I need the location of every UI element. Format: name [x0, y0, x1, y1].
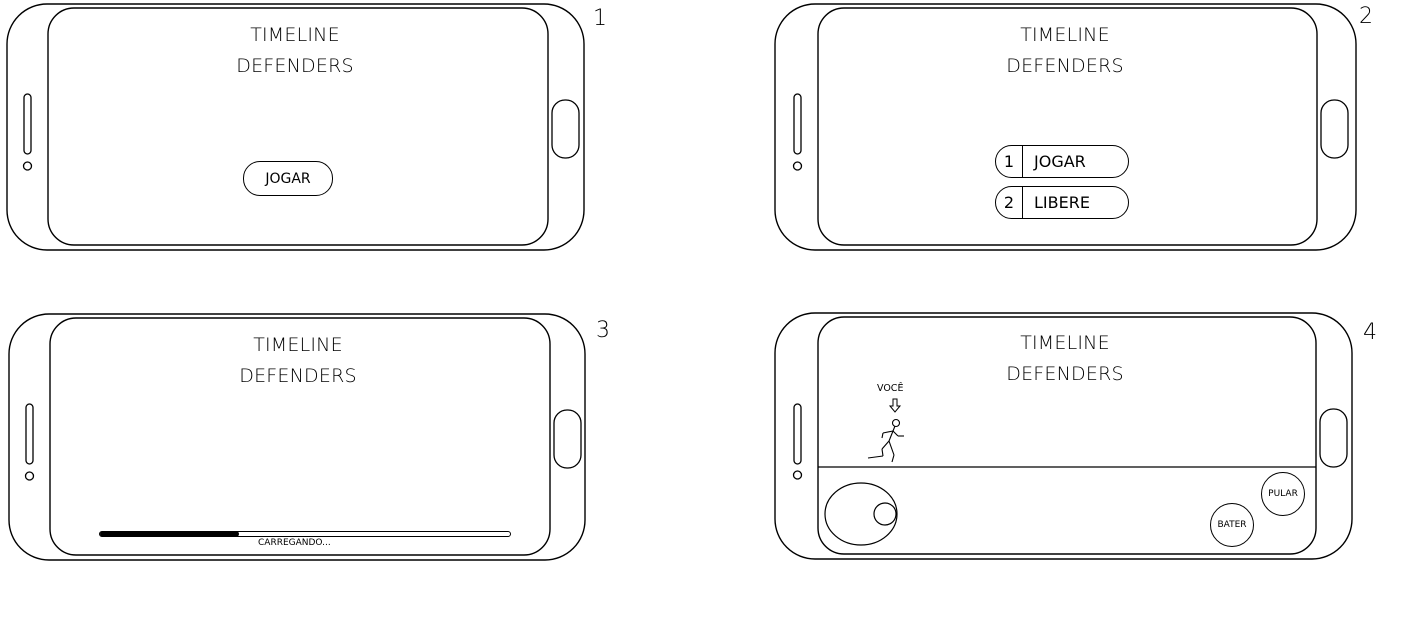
screen-3: 3 TIMELINE DEFENDERS CARREGANDO... — [0, 310, 620, 580]
screen-number: 2 — [1359, 4, 1373, 29]
screen-number: 4 — [1363, 320, 1377, 345]
game-title-line1: TIMELINE — [250, 24, 340, 46]
option-index: 2 — [996, 187, 1023, 218]
menu-option-libere[interactable]: 2 LIBERE — [995, 186, 1129, 219]
screen-4: 4 TIMELINE DEFENDERS VOCÊ BATER PULAR — [770, 310, 1410, 580]
screen-2: 2 TIMELINE DEFENDERS 1 JOGAR 2 LIBERE — [770, 0, 1410, 270]
play-button[interactable]: JOGAR — [243, 161, 333, 196]
down-arrow-icon — [888, 398, 902, 413]
screen-number: 1 — [593, 6, 607, 31]
loading-label: CARREGANDO... — [258, 538, 331, 548]
game-title-line2: DEFENDERS — [1006, 363, 1124, 385]
attack-button[interactable]: BATER — [1210, 503, 1254, 547]
game-title-line1: TIMELINE — [1020, 332, 1110, 354]
game-title-line2: DEFENDERS — [239, 365, 357, 387]
game-title-line2: DEFENDERS — [1006, 55, 1124, 77]
loading-progress-fill — [100, 531, 240, 537]
screen-number: 3 — [596, 318, 610, 343]
jump-button[interactable]: PULAR — [1261, 472, 1305, 516]
menu-option-play[interactable]: 1 JOGAR — [995, 145, 1129, 178]
player-label: VOCÊ — [877, 383, 904, 394]
game-title-line2: DEFENDERS — [236, 55, 354, 77]
player-character — [867, 418, 904, 463]
screen-1: 1 TIMELINE DEFENDERS JOGAR — [0, 0, 620, 270]
option-label: LIBERE — [1034, 193, 1090, 212]
game-title-line1: TIMELINE — [1020, 24, 1110, 46]
option-label: JOGAR — [1034, 152, 1086, 171]
game-title-line1: TIMELINE — [253, 334, 343, 356]
joystick-control[interactable] — [824, 482, 898, 546]
option-index: 1 — [996, 146, 1023, 177]
loading-progress-bar — [99, 531, 511, 537]
